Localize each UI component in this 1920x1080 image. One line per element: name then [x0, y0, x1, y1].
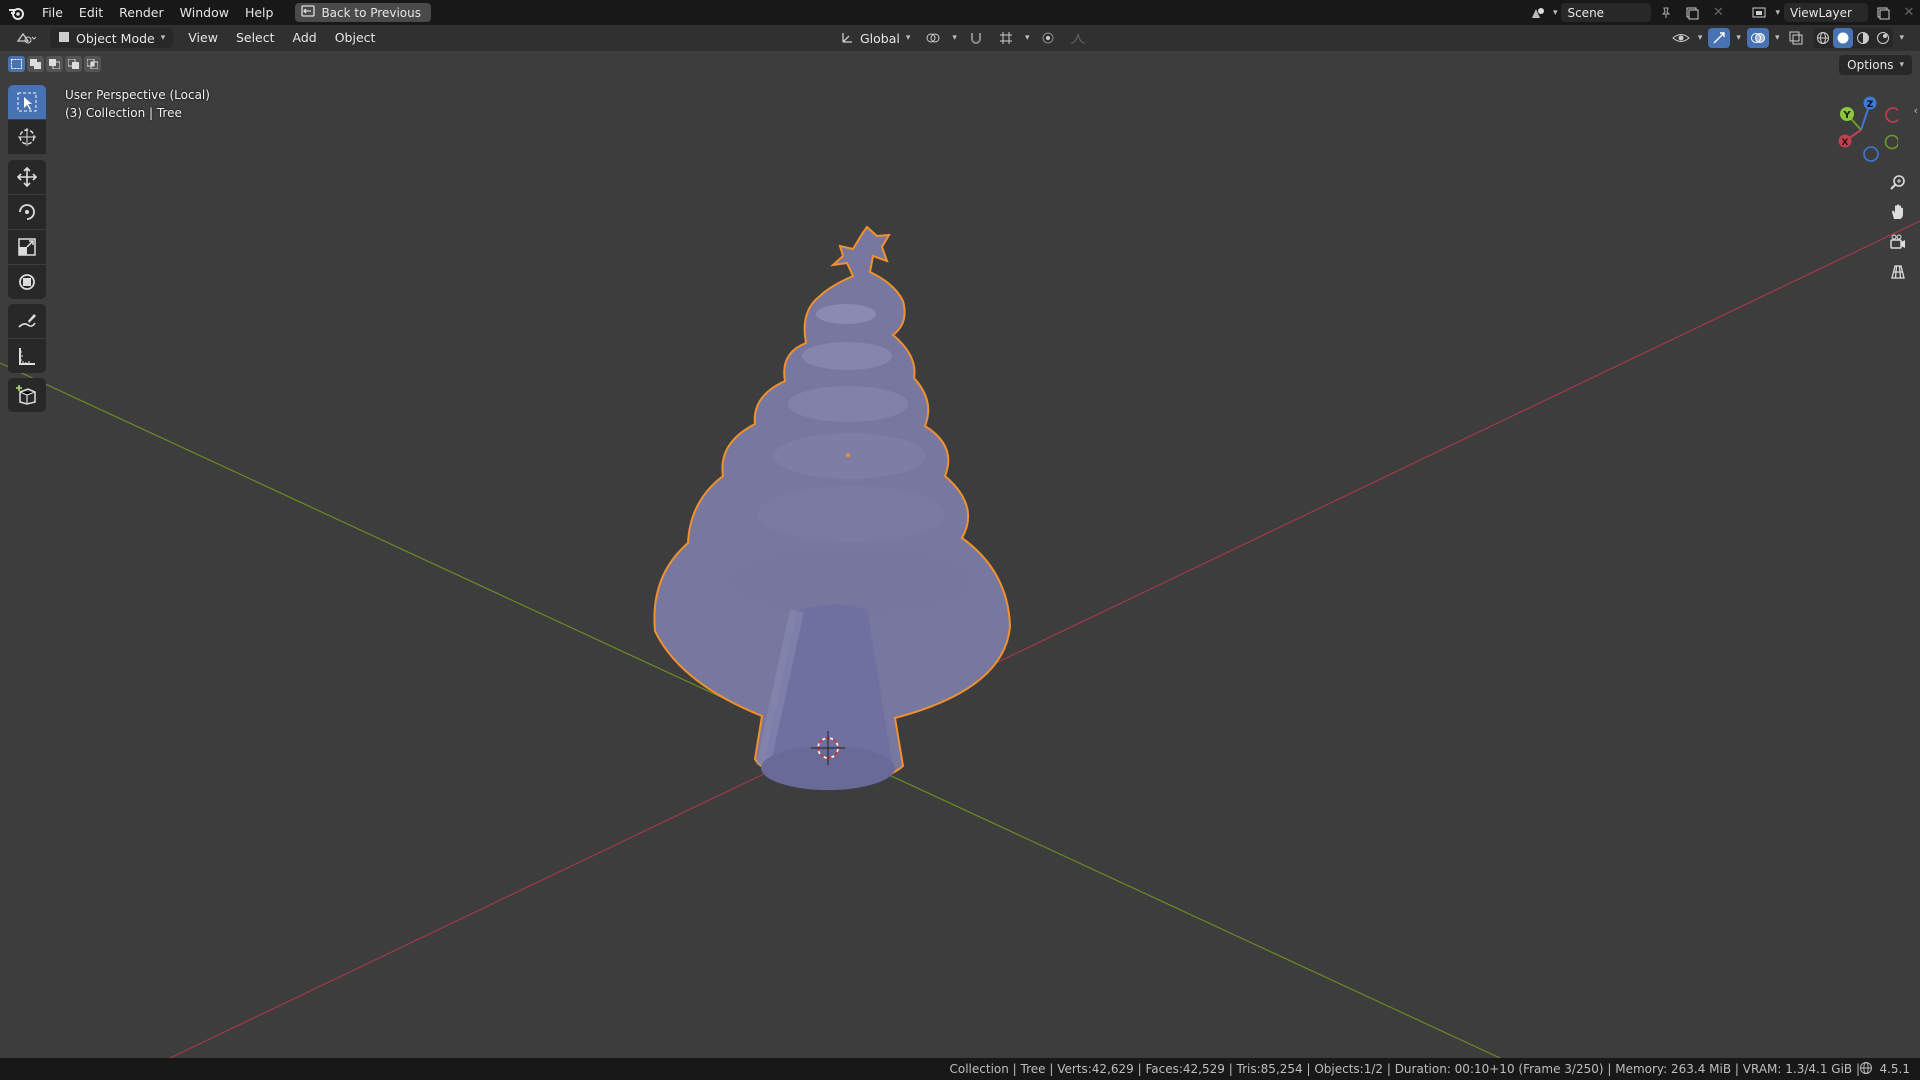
transform-tool-icon[interactable]	[8, 265, 46, 299]
pin-icon[interactable]	[1655, 3, 1677, 23]
network-globe-icon[interactable]	[1859, 1061, 1873, 1078]
object-mode-icon	[58, 31, 70, 46]
pan-hand-icon[interactable]	[1884, 199, 1912, 225]
back-to-previous-button[interactable]: Back to Previous	[295, 3, 431, 22]
transform-orientation-dropdown[interactable]: Global ▾	[836, 28, 914, 48]
viewport-info: User Perspective (Local) (3) Collection …	[65, 86, 210, 122]
perspective-label: User Perspective (Local)	[65, 88, 210, 102]
wireframe-shading-icon[interactable]	[1813, 28, 1833, 48]
object-visibility-icon[interactable]	[1670, 28, 1692, 48]
snap-icon[interactable]	[965, 28, 987, 48]
falloff-curve-icon[interactable]	[1067, 28, 1089, 48]
scene-name-label: Scene	[1567, 5, 1605, 20]
zoom-icon[interactable]	[1884, 169, 1912, 195]
overlays-toggle-icon[interactable]	[1746, 28, 1769, 48]
menu-select[interactable]: Select	[227, 25, 284, 51]
gizmo-y-label: Y	[1842, 110, 1851, 121]
menu-object[interactable]: Object	[326, 25, 385, 51]
gizmo-x-label: X	[1842, 138, 1849, 148]
chevron-down-icon: ▾	[905, 33, 911, 43]
proportional-editing-icon[interactable]	[1037, 28, 1059, 48]
delete-view-layer-icon[interactable]: ✕	[1898, 3, 1920, 23]
measure-tool-icon[interactable]	[8, 339, 46, 373]
gizmo-z-label: Z	[1867, 100, 1874, 110]
viewport-canvas[interactable]	[0, 51, 1920, 1058]
sidebar-toggle-icon[interactable]: ‹	[1914, 104, 1918, 117]
orientation-label: Global	[860, 30, 900, 46]
delete-scene-icon[interactable]: ✕	[1707, 3, 1729, 23]
navigation-gizmo[interactable]: Z Y X	[1818, 88, 1898, 168]
gizmo-neg-y-axis[interactable]	[1884, 134, 1899, 150]
chevron-down-icon: ▾	[1552, 7, 1558, 18]
chevron-down-icon: ▾	[952, 33, 957, 43]
status-bar: Collection | Tree | Verts:42,629 | Faces…	[0, 1058, 1920, 1080]
view-layer-icon[interactable]	[1749, 3, 1771, 23]
select-box-tool-icon[interactable]	[8, 85, 46, 119]
move-tool-icon[interactable]	[8, 160, 46, 194]
menu-view[interactable]: View	[179, 25, 227, 51]
x-axis-line	[169, 220, 1920, 1058]
tree-object[interactable]	[653, 225, 1012, 790]
menu-add[interactable]: Add	[284, 25, 326, 51]
solid-shading-icon[interactable]	[1833, 28, 1854, 48]
scale-tool-icon[interactable]	[8, 230, 46, 264]
mode-label: Object Mode	[76, 30, 155, 46]
view-layer-label: ViewLayer	[1790, 5, 1852, 20]
mode-dropdown[interactable]: Object Mode ▾	[50, 28, 174, 48]
pivot-point-icon[interactable]	[922, 28, 944, 48]
scene-name-field[interactable]: Scene	[1561, 3, 1652, 22]
annotate-tool-icon[interactable]	[8, 304, 46, 338]
camera-view-icon[interactable]	[1884, 229, 1912, 255]
menu-help[interactable]: Help	[237, 0, 282, 25]
viewport-header: Object Mode ▾ View Select Add Object Glo…	[0, 25, 1920, 51]
chevron-down-icon: ▾	[1736, 33, 1741, 43]
viewport-navigation-buttons	[1884, 169, 1912, 285]
scene-selector-icon[interactable]	[1527, 3, 1549, 23]
new-scene-icon[interactable]	[1681, 3, 1703, 23]
chevron-down-icon: ▾	[1774, 33, 1780, 43]
cursor-tool-icon[interactable]	[8, 120, 46, 154]
back-to-previous-label: Back to Previous	[321, 5, 421, 20]
rotate-tool-icon[interactable]	[8, 195, 46, 229]
material-preview-icon[interactable]	[1853, 28, 1873, 48]
menu-edit[interactable]: Edit	[71, 0, 111, 25]
back-screen-icon	[301, 5, 316, 20]
tool-shelf	[8, 85, 48, 413]
blender-logo-icon[interactable]	[0, 0, 34, 25]
shading-mode-group	[1813, 28, 1894, 48]
gizmo-neg-z-axis[interactable]	[1863, 146, 1879, 162]
new-view-layer-icon[interactable]	[1872, 3, 1894, 23]
chevron-down-icon: ▾	[1024, 33, 1030, 43]
chevron-down-icon: ▾	[1775, 7, 1780, 18]
chevron-down-icon: ▾	[1899, 33, 1904, 43]
blender-version: 4.5.1	[1879, 1062, 1910, 1076]
perspective-toggle-icon[interactable]	[1884, 259, 1912, 285]
menu-render[interactable]: Render	[111, 0, 172, 25]
chevron-down-icon: ▾	[1697, 33, 1703, 43]
add-cube-tool-icon[interactable]	[8, 378, 46, 412]
gizmo-neg-x-axis[interactable]	[1885, 107, 1898, 123]
rendered-shading-icon[interactable]	[1873, 28, 1893, 48]
menu-window[interactable]: Window	[172, 0, 237, 25]
view-layer-field[interactable]: ViewLayer	[1784, 3, 1868, 22]
scene-statistics: Collection | Tree | Verts:42,629 | Faces…	[949, 1062, 1861, 1076]
xray-toggle-icon[interactable]	[1785, 28, 1807, 48]
chevron-down-icon: ▾	[160, 33, 166, 43]
snap-increment-icon[interactable]	[995, 28, 1017, 48]
top-menu-bar: File Edit Render Window Help Back to Pre…	[0, 0, 1920, 25]
orientation-axes-icon	[840, 30, 854, 47]
collection-label: (3) Collection | Tree	[65, 106, 182, 120]
menu-file[interactable]: File	[34, 0, 71, 25]
gizmos-toggle-icon[interactable]	[1708, 28, 1731, 48]
editor-type-icon[interactable]	[12, 28, 42, 48]
